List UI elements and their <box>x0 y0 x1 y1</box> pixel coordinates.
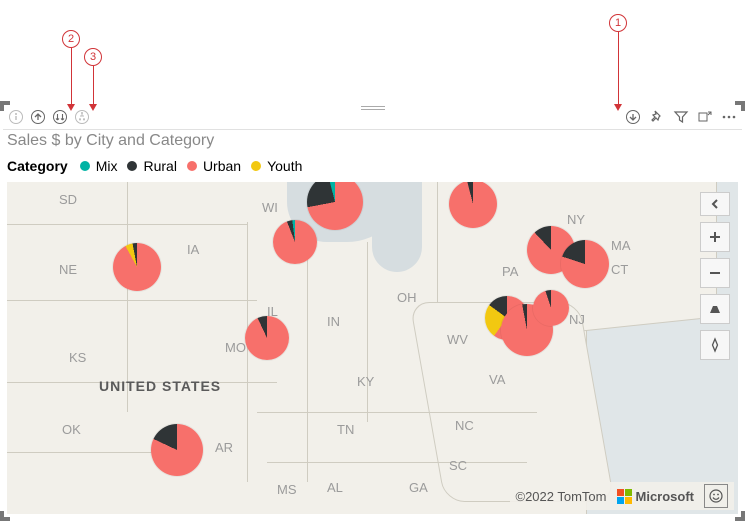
legend-item-urban[interactable]: Urban <box>203 158 241 174</box>
drill-down-button[interactable] <box>624 108 642 126</box>
callout-1-label: 1 <box>609 14 627 32</box>
state-label-ms: MS <box>277 482 297 497</box>
chevron-left-icon <box>708 197 722 211</box>
state-label-ok: OK <box>62 422 81 437</box>
filter-icon <box>673 109 689 125</box>
arrow-down-icon <box>625 109 641 125</box>
legend-item-mix[interactable]: Mix <box>96 158 118 174</box>
pie-marker-3[interactable] <box>449 182 497 228</box>
focus-icon <box>697 109 713 125</box>
state-label-in: IN <box>327 314 340 329</box>
rotate-button[interactable] <box>700 330 730 360</box>
state-label-mo: MO <box>225 340 246 355</box>
info-button[interactable] <box>7 108 25 126</box>
compass-icon <box>707 337 723 353</box>
state-label-ar: AR <box>215 440 233 455</box>
state-label-ks: KS <box>69 350 86 365</box>
map-collapse-button[interactable] <box>700 192 730 216</box>
pin-icon <box>649 109 665 125</box>
info-icon <box>8 109 24 125</box>
state-label-va: VA <box>489 372 505 387</box>
pie-marker-8[interactable] <box>533 290 569 326</box>
state-label-pa: PA <box>502 264 518 279</box>
arrow-up-icon <box>30 109 46 125</box>
pie-marker-9[interactable] <box>245 316 289 360</box>
hierarchy-icon <box>74 109 90 125</box>
callout-2: 2 <box>62 30 80 48</box>
legend-swatch-rural <box>127 161 137 171</box>
state-label-tn: TN <box>337 422 354 437</box>
state-label-sd: SD <box>59 192 77 207</box>
map-canvas[interactable]: UNITED STATES ©2022 TomTom <box>7 182 738 514</box>
callout-1: 1 <box>609 14 627 32</box>
country-label: UNITED STATES <box>99 378 221 394</box>
map-footer: ©2022 TomTom Microsoft <box>510 482 735 510</box>
plus-icon <box>708 230 722 244</box>
legend-item-youth[interactable]: Youth <box>267 158 302 174</box>
state-label-nj: NJ <box>569 312 585 327</box>
state-label-oh: OH <box>397 290 417 305</box>
drag-handle[interactable] <box>361 106 385 110</box>
state-label-nc: NC <box>455 418 474 433</box>
microsoft-label: Microsoft <box>636 489 695 504</box>
pie-marker-1[interactable] <box>273 220 317 264</box>
visual-toolbar <box>3 104 742 130</box>
state-label-ia: IA <box>187 242 199 257</box>
callout-3: 3 <box>84 48 102 66</box>
map-controls <box>700 192 730 360</box>
state-label-ma: MA <box>611 238 631 253</box>
state-label-wv: WV <box>447 332 468 347</box>
state-label-al: AL <box>327 480 343 495</box>
more-options-button[interactable] <box>720 108 738 126</box>
pin-button[interactable] <box>648 108 666 126</box>
perspective-icon <box>707 301 723 317</box>
minus-icon <box>708 266 722 280</box>
legend-item-rural[interactable]: Rural <box>143 158 176 174</box>
drill-up-button[interactable] <box>29 108 47 126</box>
callout-3-label: 3 <box>84 48 102 66</box>
state-label-ga: GA <box>409 480 428 495</box>
legend-swatch-mix <box>80 161 90 171</box>
visual-container: Sales $ by City and Category Category Mi… <box>3 104 742 518</box>
state-label-sc: SC <box>449 458 467 473</box>
microsoft-icon <box>617 489 632 504</box>
state-label-ky: KY <box>357 374 374 389</box>
map-attribution: ©2022 TomTom <box>516 489 607 504</box>
state-label-ct: CT <box>611 262 628 277</box>
pie-marker-0[interactable] <box>113 243 161 291</box>
legend: Category Mix Rural Urban Youth <box>7 158 302 174</box>
ellipsis-icon <box>721 109 737 125</box>
double-arrow-down-icon <box>52 109 68 125</box>
microsoft-logo: Microsoft <box>617 489 695 504</box>
state-label-wi: WI <box>262 200 278 215</box>
feedback-button[interactable] <box>704 484 728 508</box>
zoom-out-button[interactable] <box>700 258 730 288</box>
legend-label: Category <box>7 158 68 174</box>
pie-marker-10[interactable] <box>151 424 203 476</box>
filter-button[interactable] <box>672 108 690 126</box>
state-label-ny: NY <box>567 212 585 227</box>
smiley-icon <box>708 488 724 504</box>
zoom-in-button[interactable] <box>700 222 730 252</box>
legend-swatch-youth <box>251 161 261 171</box>
pie-marker-5[interactable] <box>561 240 609 288</box>
pitch-button[interactable] <box>700 294 730 324</box>
state-label-ne: NE <box>59 262 77 277</box>
callout-2-label: 2 <box>62 30 80 48</box>
focus-mode-button[interactable] <box>696 108 714 126</box>
visual-title: Sales $ by City and Category <box>7 132 214 150</box>
legend-swatch-urban <box>187 161 197 171</box>
